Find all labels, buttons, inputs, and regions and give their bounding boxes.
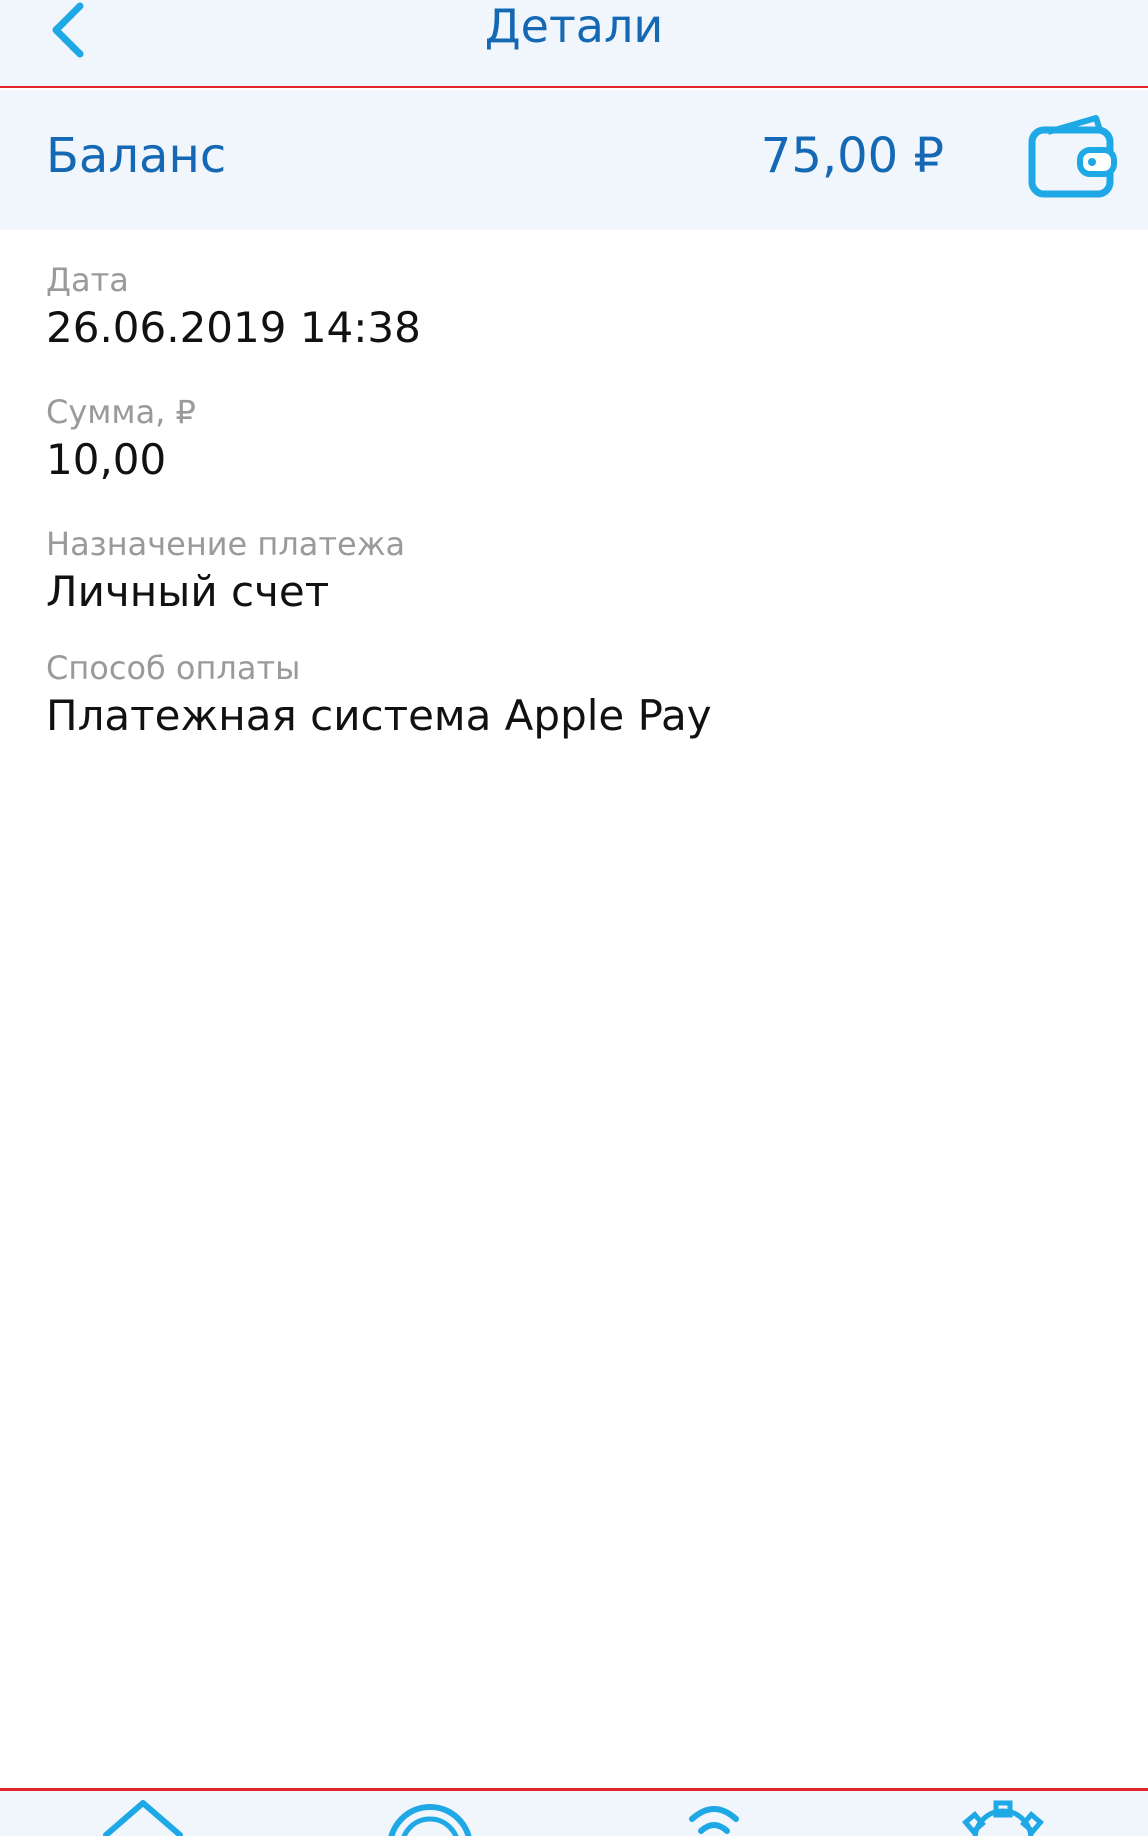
balance-bar: Баланс 75,00 ₽ (0, 90, 1148, 230)
purpose-label: Назначение платежа (46, 525, 406, 563)
date-field: Дата 26.06.2019 14:38 (46, 258, 1106, 390)
top-nav-bar: Детали (0, 0, 1148, 88)
screen: Детали Баланс 75,00 ₽ Дата 26.06.2019 14… (0, 0, 1148, 1836)
gear-icon (962, 1800, 1044, 1836)
sum-label: Сумма, ₽ (46, 393, 196, 431)
balance-label: Баланс (46, 128, 227, 184)
wifi-icon (689, 1806, 739, 1834)
tab-settings[interactable] (946, 1797, 1056, 1836)
purpose-value: Личный счет (46, 567, 330, 616)
tab-wifi[interactable] (659, 1797, 769, 1836)
payment-method-label: Способ оплаты (46, 649, 301, 687)
wallet-icon (1028, 115, 1117, 198)
date-label: Дата (46, 261, 129, 299)
purpose-field: Назначение платежа Личный счет (46, 522, 1106, 646)
tab-circle[interactable] (375, 1797, 485, 1836)
payment-method-field: Способ оплаты Платежная система Apple Pa… (46, 646, 1106, 746)
payment-method-value: Платежная система Apple Pay (46, 691, 712, 740)
sum-value: 10,00 (46, 435, 167, 484)
home-icon (103, 1800, 183, 1836)
circle-icon (388, 1804, 472, 1836)
date-value: 26.06.2019 14:38 (46, 303, 421, 352)
page-title: Детали (484, 0, 664, 53)
sum-field: Сумма, ₽ 10,00 (46, 390, 1106, 522)
payment-details: Дата 26.06.2019 14:38 Сумма, ₽ 10,00 Наз… (46, 258, 1106, 746)
balance-amount: 75,00 ₽ (760, 128, 944, 184)
bottom-tab-bar (0, 1788, 1148, 1836)
tab-home[interactable] (88, 1797, 198, 1836)
wallet-button[interactable] (1026, 112, 1118, 204)
